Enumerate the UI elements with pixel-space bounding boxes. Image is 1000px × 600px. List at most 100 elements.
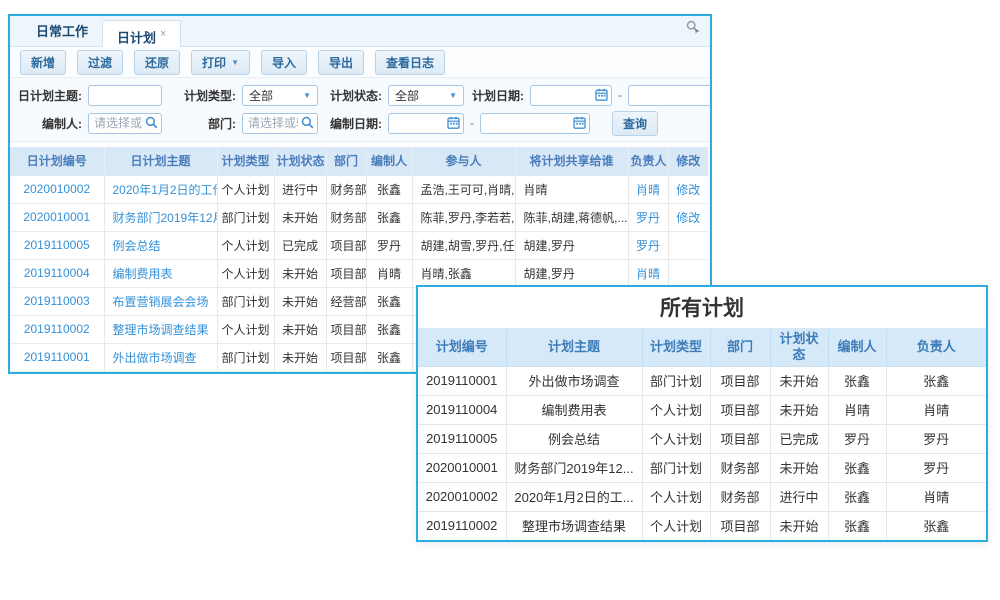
table-row: 2020010001 财务部门2019年12... 部门计划 财务部 未开始 张… <box>418 453 986 482</box>
column-header: 日计划主题 <box>104 147 217 175</box>
plan-type-cell: 个人计划 <box>642 511 710 540</box>
plan-type-cell: 部门计划 <box>217 343 274 371</box>
restore-button[interactable]: 还原 <box>134 50 180 75</box>
column-header: 计划主题 <box>506 329 642 366</box>
column-header: 计划类型 <box>217 147 274 175</box>
plan-subject-link[interactable]: 编制费用表 <box>113 267 173 281</box>
participants-cell: 孟浩,王可可,肖晴,张鑫 <box>412 175 515 203</box>
chevron-down-icon: ▼ <box>303 91 311 100</box>
close-tab-icon[interactable]: × <box>160 28 166 40</box>
plan-id-cell: 2020010002 <box>418 482 506 511</box>
column-header: 计划编号 <box>418 329 506 366</box>
creator-cell: 张鑫 <box>366 203 412 231</box>
plan-subject-link[interactable]: 例会总结 <box>113 239 161 253</box>
plan-status-cell: 进行中 <box>274 175 326 203</box>
plan-id-link[interactable]: 2019110002 <box>24 322 90 336</box>
participants-cell: 陈菲,罗丹,李若若,罗... <box>412 203 515 231</box>
subject-input[interactable] <box>88 85 162 106</box>
new-button[interactable]: 新增 <box>20 50 66 75</box>
table-row[interactable]: 2019110004 编制费用表 个人计划 未开始 项目部 肖晴 肖晴,张鑫 胡… <box>10 259 708 287</box>
search-button[interactable]: 查询 <box>612 111 658 136</box>
modify-link[interactable]: 修改 <box>676 211 700 225</box>
calendar-icon <box>595 88 608 101</box>
filter-button[interactable]: 过滤 <box>77 50 123 75</box>
dept-cell: 经营部 <box>326 287 366 315</box>
plan-id-link[interactable]: 2019110004 <box>24 266 90 280</box>
owner-link[interactable]: 肖晴 <box>636 183 660 197</box>
plan-subject-link[interactable]: 布置营销展会会场 <box>113 295 209 309</box>
modify-link[interactable]: 修改 <box>676 183 700 197</box>
search-icon <box>301 116 314 129</box>
date-range-separator: - <box>618 88 622 102</box>
plan-id-link[interactable]: 2020010001 <box>23 210 90 224</box>
creator-cell: 罗丹 <box>828 424 886 453</box>
column-header: 编制人 <box>366 147 412 175</box>
print-button[interactable]: 打印▼ <box>191 50 250 75</box>
plan-id-link[interactable]: 2019110003 <box>24 294 90 308</box>
plan-subject-link[interactable]: 整理市场调查结果 <box>113 323 209 337</box>
creator-cell: 张鑫 <box>828 511 886 540</box>
plan-type-cell: 个人计划 <box>217 231 274 259</box>
plan-type-cell: 个人计划 <box>642 482 710 511</box>
owner-link[interactable]: 肖晴 <box>636 267 660 281</box>
type-select[interactable]: 全部 ▼ <box>242 85 318 106</box>
filter-row-1: 日计划主题: 计划类型: 全部 ▼ 计划状态: 全部 ▼ 计划日期: - <box>10 81 710 109</box>
column-header: 编制人 <box>828 329 886 366</box>
tab-daily-work[interactable]: 日常工作 <box>22 19 102 46</box>
plan-type-cell: 个人计划 <box>217 315 274 343</box>
table-row[interactable]: 2020010001 财务部门2019年12月的... 部门计划 未开始 财务部… <box>10 203 708 231</box>
table-row[interactable]: 2019110005 例会总结 个人计划 已完成 项目部 罗丹 胡建,胡雪,罗丹… <box>10 231 708 259</box>
view-log-button[interactable]: 查看日志 <box>375 50 445 75</box>
owner-link[interactable]: 罗丹 <box>636 211 660 225</box>
plan-id-link[interactable]: 2020010002 <box>23 182 90 196</box>
plan-subject-cell: 财务部门2019年12... <box>506 453 642 482</box>
owner-cell: 肖晴 <box>886 395 986 424</box>
table-row[interactable]: 2020010002 2020年1月2日的工作日... 个人计划 进行中 财务部… <box>10 175 708 203</box>
status-filter-label: 计划状态: <box>326 87 382 104</box>
status-select-value: 全部 <box>395 87 419 104</box>
plan-subject-link[interactable]: 财务部门2019年12月的... <box>113 211 218 225</box>
chevron-down-icon: ▼ <box>231 58 239 67</box>
table-header-row: 计划编号计划主题计划类型部门计划状态编制人负责人 <box>418 329 986 366</box>
dept-cell: 财务部 <box>710 482 770 511</box>
plan-id-cell: 2019110004 <box>418 395 506 424</box>
tab-bar: 日常工作 日计划 × <box>10 16 710 47</box>
column-header: 计划状态 <box>274 147 326 175</box>
creator-cell: 肖晴 <box>366 259 412 287</box>
column-header: 部门 <box>710 329 770 366</box>
plan-subject-link[interactable]: 外出做市场调查 <box>113 351 197 365</box>
dept-cell: 项目部 <box>326 315 366 343</box>
table-row: 2019110004 编制费用表 个人计划 项目部 未开始 肖晴 肖晴 <box>418 395 986 424</box>
column-header: 负责人 <box>886 329 986 366</box>
column-header: 部门 <box>326 147 366 175</box>
all-plans-title: 所有计划 <box>418 287 986 329</box>
creator-cell: 罗丹 <box>366 231 412 259</box>
calendar-icon <box>447 116 460 129</box>
plan-id-link[interactable]: 2019110001 <box>24 350 90 364</box>
filter-area: 日计划主题: 计划类型: 全部 ▼ 计划状态: 全部 ▼ 计划日期: - 编制人… <box>10 78 710 142</box>
plan-status-cell: 进行中 <box>770 482 828 511</box>
owner-cell: 罗丹 <box>886 424 986 453</box>
export-button[interactable]: 导出 <box>318 50 364 75</box>
plan-type-cell: 部门计划 <box>642 453 710 482</box>
status-select[interactable]: 全部 ▼ <box>388 85 464 106</box>
plan-id-link[interactable]: 2019110005 <box>24 238 90 252</box>
tab-label: 日常工作 <box>36 24 88 39</box>
plan-status-cell: 未开始 <box>770 395 828 424</box>
tab-daily-plan[interactable]: 日计划 × <box>102 20 181 47</box>
locate-search-icon[interactable] <box>686 20 700 39</box>
date-range-separator: - <box>470 116 474 130</box>
dept-cell: 项目部 <box>326 343 366 371</box>
type-select-value: 全部 <box>249 87 273 104</box>
plan-subject-cell: 外出做市场调查 <box>506 366 642 395</box>
share-with-cell: 陈菲,胡建,蒋德帆,... <box>515 203 628 231</box>
share-with-cell: 肖晴 <box>515 175 628 203</box>
creator-cell: 张鑫 <box>366 343 412 371</box>
plan-subject-link[interactable]: 2020年1月2日的工作日... <box>113 183 218 197</box>
plan-type-cell: 个人计划 <box>217 175 274 203</box>
tab-label: 日计划 <box>117 30 156 45</box>
import-button[interactable]: 导入 <box>261 50 307 75</box>
owner-link[interactable]: 罗丹 <box>636 239 660 253</box>
creator-cell: 张鑫 <box>828 453 886 482</box>
plan-date-to-input[interactable] <box>628 85 712 106</box>
